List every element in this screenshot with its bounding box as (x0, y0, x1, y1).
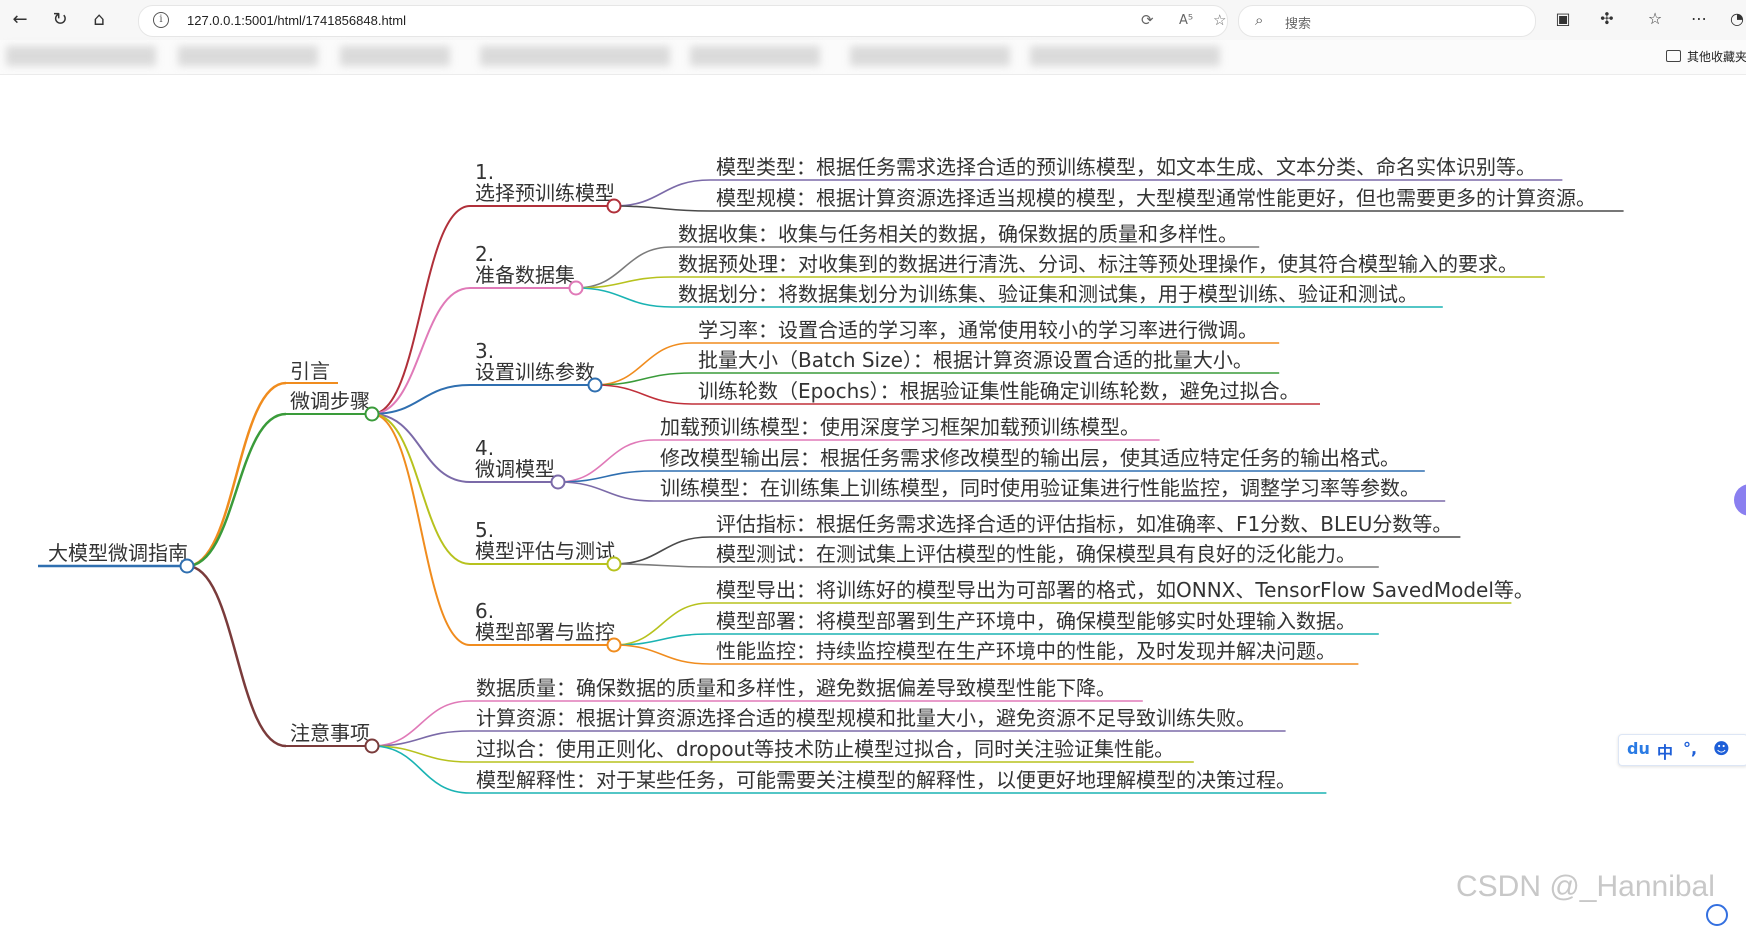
step-detail: 学习率：设置合适的学习率，通常使用较小的学习率进行微调。 (698, 318, 1258, 342)
branch-link (186, 412, 287, 568)
root-node: 大模型微调指南 (48, 541, 188, 565)
node-circle (568, 280, 584, 296)
notes-node: 注意事项 (290, 721, 370, 745)
step-detail: 模型部署：将模型部署到生产环境中，确保模型能够实时处理输入数据。 (716, 609, 1356, 633)
note-item: 数据质量：确保数据的质量和多样性，避免数据偏差导致模型性能下降。 (476, 676, 1116, 700)
step-detail: 模型导出：将训练好的模型导出为可部署的格式，如ONNX、TensorFlow S… (716, 578, 1534, 602)
ime-user-icon[interactable]: ☻ (1713, 739, 1730, 758)
node-circle (606, 198, 622, 214)
branch-link (613, 205, 711, 212)
note-item: 模型解释性：对于某些任务，可能需要关注模型的解释性，以便更好地理解模型的决策过程… (476, 768, 1296, 792)
node-circle (364, 406, 380, 422)
branch-link (613, 563, 711, 568)
step-detail: 模型类型：根据任务需求选择合适的预训练模型，如文本生成、文本分类、命名实体识别等… (716, 155, 1536, 179)
node-circle (364, 738, 380, 754)
step-detail: 训练轮数（Epochs）：根据验证集性能确定训练轮数，避免过拟合。 (698, 379, 1300, 403)
step-detail: 模型规模：根据计算资源选择适当规模的模型，大型模型通常性能更好，但也需要更多的计… (716, 186, 1596, 210)
steps-node: 微调步骤 (290, 389, 370, 413)
step-title: 准备数据集 (475, 263, 575, 287)
ime-language[interactable]: 中 (1657, 739, 1673, 763)
step-title: 模型评估与测试 (475, 539, 615, 563)
intro-node: 引言 (290, 359, 330, 383)
ime-toolbar[interactable]: du 中 °, ☻ (1618, 734, 1746, 766)
step-title: 设置训练参数 (475, 360, 595, 384)
node-circle (179, 558, 195, 574)
step-detail: 评估指标：根据任务需求选择合适的评估指标，如准确率、F1分数、BLEU分数等。 (716, 512, 1452, 536)
note-item: 过拟合：使用正则化、dropout等技术防止模型过拟合，同时关注验证集性能。 (476, 737, 1174, 761)
branch-link (613, 179, 711, 207)
branch-link (186, 381, 287, 568)
watermark: CSDN @_Hannibal (1456, 870, 1715, 903)
branch-link (613, 536, 711, 565)
branch-link (371, 413, 471, 565)
assistant-icon[interactable] (1706, 904, 1728, 926)
step-title: 选择预训练模型 (475, 181, 615, 205)
step-detail: 修改模型输出层：根据任务需求修改模型的输出层，使其适应特定任务的输出格式。 (660, 446, 1400, 470)
branch-link (371, 745, 471, 794)
branch-link (186, 564, 287, 748)
step-detail: 加载预训练模型：使用深度学习框架加载预训练模型。 (660, 415, 1140, 439)
node-circle (606, 556, 622, 572)
step-title: 模型部署与监控 (475, 620, 615, 644)
step-detail: 数据收集：收集与任务相关的数据，确保数据的质量和多样性。 (678, 222, 1238, 246)
step-detail: 训练模型：在训练集上训练模型，同时使用验证集进行性能监控，调整学习率等参数。 (660, 476, 1420, 500)
node-circle (606, 637, 622, 653)
step-detail: 数据预处理：对收集到的数据进行清洗、分词、标注等预处理操作，使其符合模型输入的要… (678, 252, 1518, 276)
node-circle (587, 377, 603, 393)
branch-link (371, 413, 471, 483)
node-circle (550, 474, 566, 490)
step-detail: 性能监控：持续监控模型在生产环境中的性能，及时发现并解决问题。 (716, 639, 1336, 663)
step-detail: 批量大小（Batch Size）：根据计算资源设置合适的批量大小。 (698, 348, 1253, 372)
ime-punct[interactable]: °, (1683, 739, 1697, 758)
branch-link (371, 205, 471, 415)
branch-link (613, 644, 711, 665)
step-detail: 模型测试：在测试集上评估模型的性能，确保模型具有良好的泛化能力。 (716, 542, 1356, 566)
mindmap-canvas: 大模型微调指南引言微调步骤注意事项1.选择预训练模型模型类型：根据任务需求选择合… (38, 155, 1624, 794)
branch-link (557, 481, 655, 502)
note-item: 计算资源：根据计算资源选择合适的模型规模和批量大小，避免资源不足导致训练失败。 (476, 706, 1256, 730)
ime-logo-icon: du (1627, 739, 1650, 758)
step-title: 微调模型 (475, 457, 555, 481)
branch-link (594, 384, 693, 405)
step-detail: 数据划分：将数据集划分为训练集、验证集和测试集，用于模型训练、验证和测试。 (678, 282, 1418, 306)
branch-link (575, 287, 673, 308)
